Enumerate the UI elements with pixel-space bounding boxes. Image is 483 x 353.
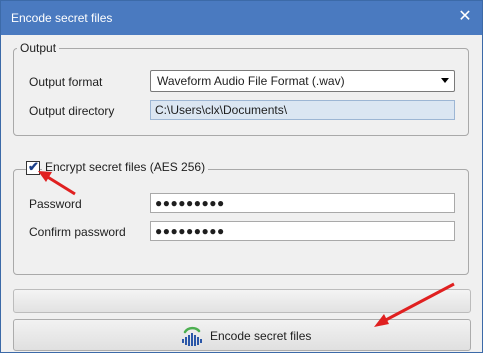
chevron-down-icon xyxy=(441,78,449,83)
output-format-label: Output format xyxy=(29,75,103,89)
progress-bar xyxy=(13,289,471,313)
encrypt-checkbox-label[interactable]: Encrypt secret files (AES 256) xyxy=(42,160,209,174)
output-format-value: Waveform Audio File Format (.wav) xyxy=(157,74,345,88)
title-bar: Encode secret files ✕ xyxy=(1,1,482,35)
output-format-select[interactable]: Waveform Audio File Format (.wav) xyxy=(150,70,455,92)
confirm-password-input[interactable]: ●●●●●●●●● xyxy=(150,221,455,241)
encode-dialog: Encode secret files ✕ Output Output form… xyxy=(0,0,483,353)
output-group xyxy=(13,48,469,136)
confirm-password-label: Confirm password xyxy=(29,225,126,239)
output-directory-field[interactable]: C:\Users\clx\Documents\ xyxy=(150,100,455,120)
encode-button-label: Encode secret files xyxy=(210,329,312,343)
output-legend: Output xyxy=(17,41,60,55)
encode-button[interactable]: Encode secret files xyxy=(13,319,471,351)
password-label: Password xyxy=(29,197,82,211)
output-directory-label: Output directory xyxy=(29,104,115,118)
window-title: Encode secret files xyxy=(11,11,113,25)
close-icon[interactable]: ✕ xyxy=(456,8,474,26)
audio-wave-icon xyxy=(182,326,202,346)
password-input[interactable]: ●●●●●●●●● xyxy=(150,193,455,213)
checkmark-icon: ✔ xyxy=(28,159,39,174)
encrypt-checkbox[interactable]: ✔ xyxy=(26,159,40,175)
